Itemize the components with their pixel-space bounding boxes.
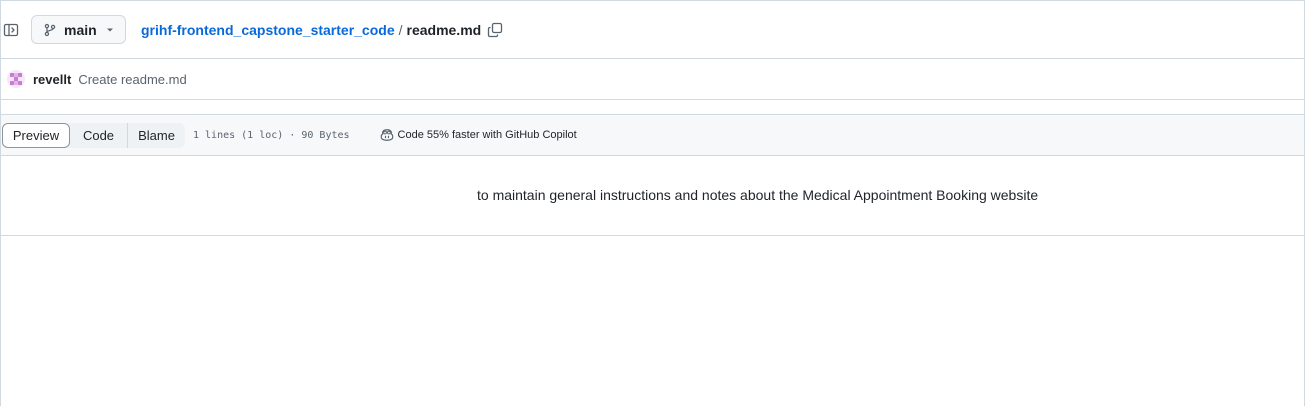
copy-icon[interactable] [487,22,503,38]
markdown-body: to maintain general instructions and not… [1,156,1304,236]
copilot-icon [380,128,394,142]
readme-text: to maintain general instructions and not… [477,187,1039,203]
file-meta-info: 1 lines (1 loc) · 90 Bytes [193,129,350,141]
avatar[interactable] [7,70,25,88]
file-view-page: main grihf-frontend_capstone_starter_cod… [0,0,1305,406]
branch-selector-button[interactable]: main [31,15,126,44]
copilot-promo-link[interactable]: Code 55% faster with GitHub Copilot [380,128,577,142]
commit-message-link[interactable]: Create readme.md [78,72,186,87]
repo-link[interactable]: grihf-frontend_capstone_starter_code [141,22,395,38]
file-header-toolbar: Preview Code Blame 1 lines (1 loc) · 90 … [1,114,1304,156]
file-name: readme.md [406,21,482,38]
commit-author-link[interactable]: revellt [33,72,71,87]
view-mode-tabs: Preview Code Blame [2,122,185,148]
breadcrumb: grihf-frontend_capstone_starter_code / r… [141,22,503,38]
copilot-promo-text: Code 55% faster with GitHub Copilot [397,129,577,141]
triangle-down-icon [105,25,115,35]
breadcrumb-separator: / [398,21,403,38]
latest-commit-bar: revellt Create readme.md [1,59,1304,100]
tab-code[interactable]: Code [70,123,127,148]
sidebar-expand-icon[interactable] [2,21,20,39]
git-branch-icon [43,23,57,37]
branch-name: main [64,21,97,38]
tab-preview[interactable]: Preview [2,122,70,148]
tab-blame[interactable]: Blame [127,122,185,148]
file-path-bar: main grihf-frontend_capstone_starter_cod… [1,0,1304,59]
